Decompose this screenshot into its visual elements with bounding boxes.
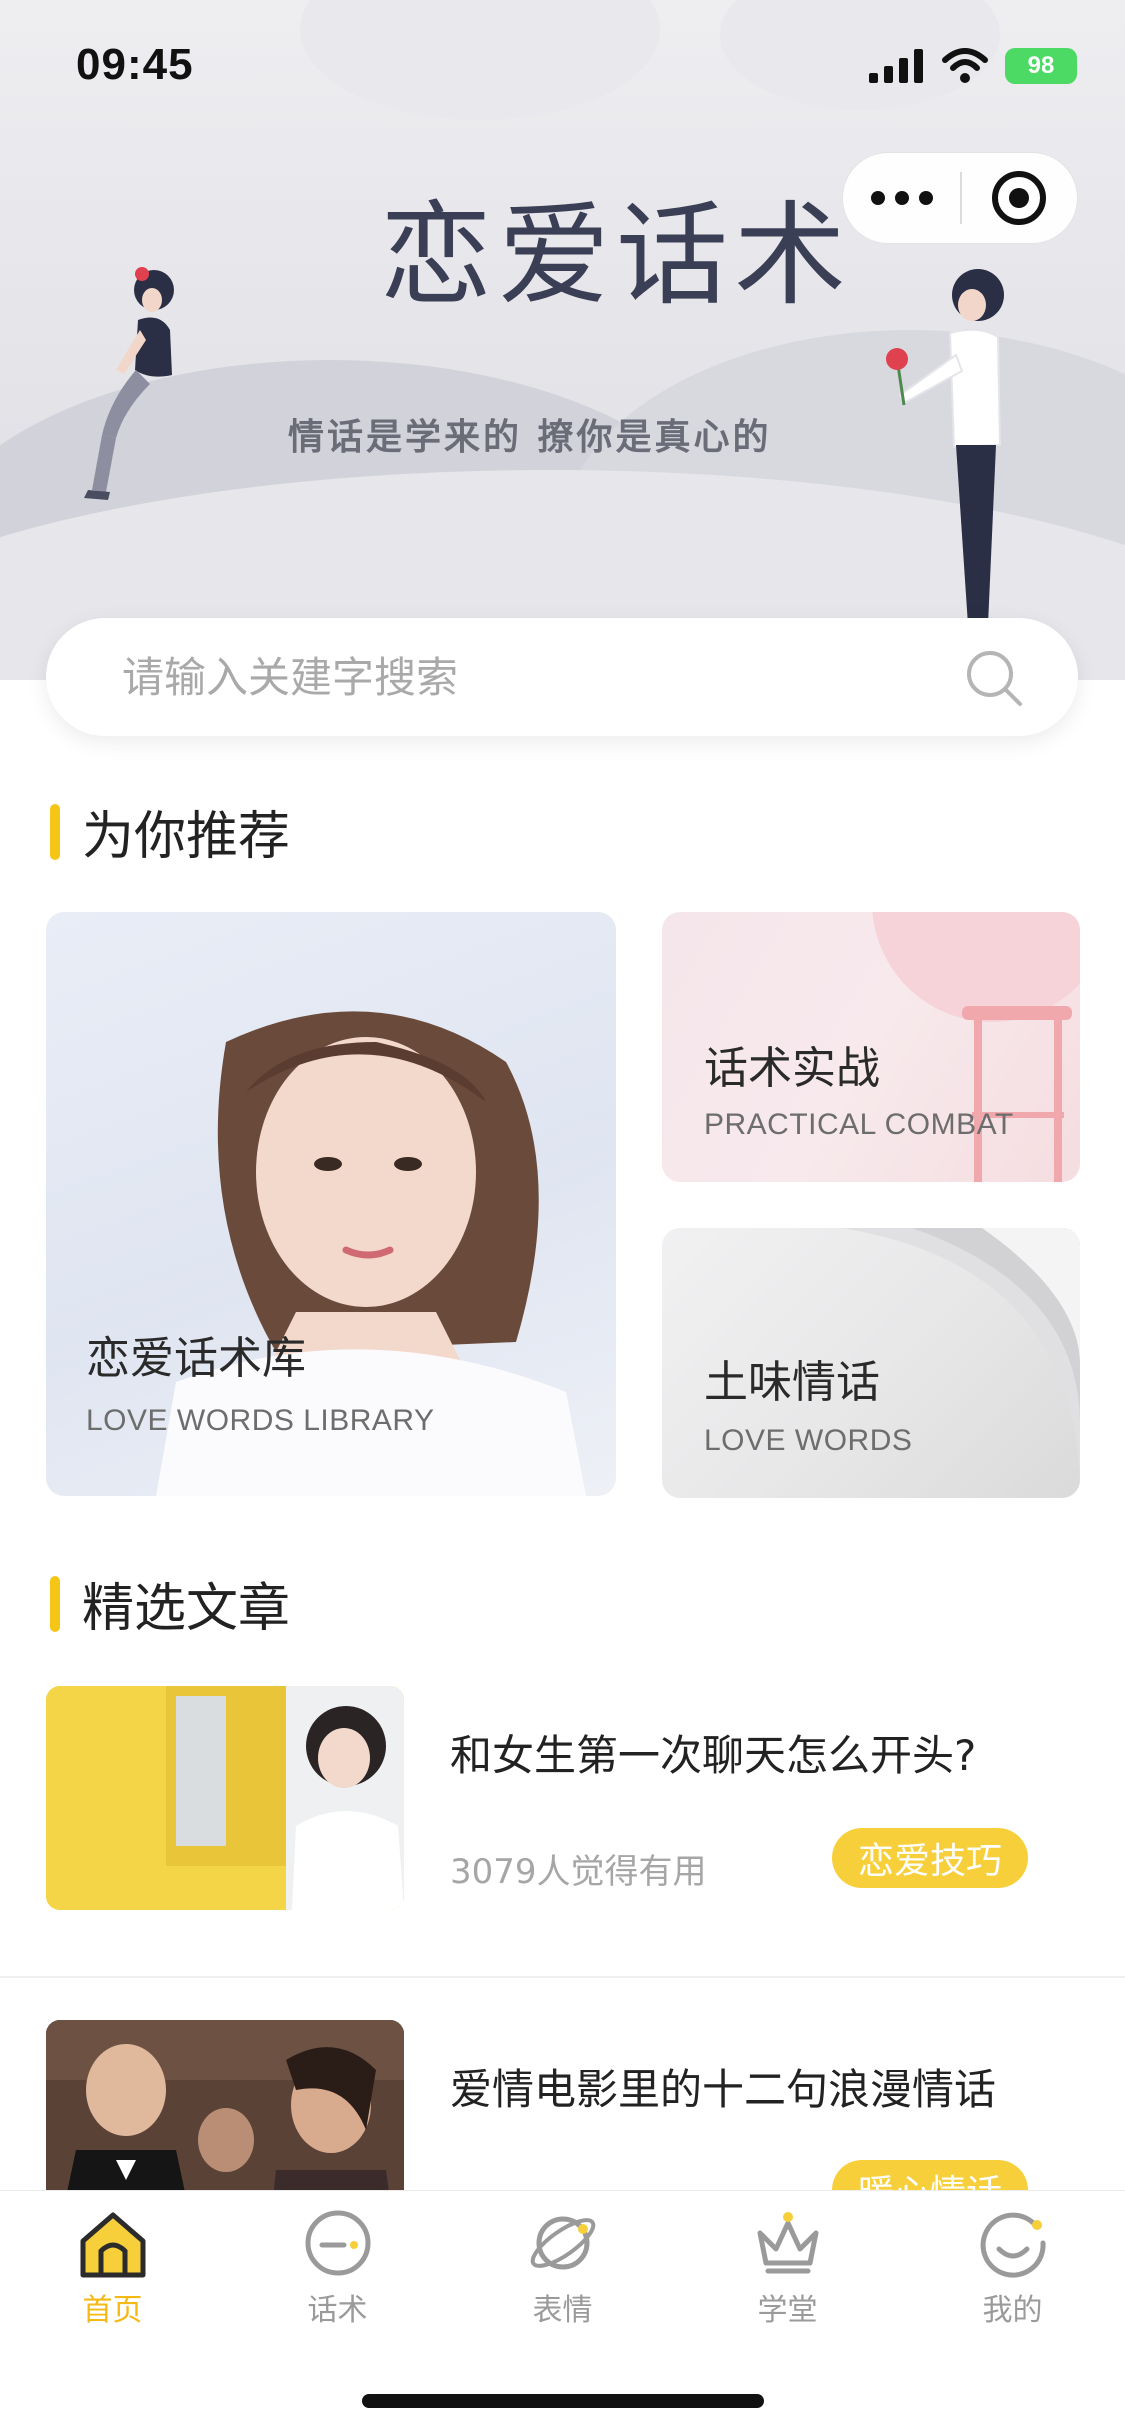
ellipsis-icon[interactable] [843,152,960,244]
tab-home[interactable]: 首页 [0,2205,225,2329]
hero-banner: 09:45 98 恋爱话术 情话是学来的 撩你是真心的 [0,0,1125,680]
tab-label: 学堂 [757,2293,818,2328]
article-title[interactable]: 爱情电影里的十二句浪漫情话 [450,2056,996,2117]
article-tag[interactable]: 恋爱技巧 [832,1828,1029,1888]
status-bar: 09:45 98 [0,0,1125,140]
card-subtitle: PRACTICAL COMBAT [704,1108,1014,1141]
card-title: 恋爱话术库 [86,1333,306,1384]
battery-indicator: 98 [1005,48,1077,84]
search-icon[interactable] [964,648,1024,708]
battery-level: 98 [1027,52,1055,79]
section-title: 精选文章 [82,1579,291,1639]
search-input[interactable] [122,652,942,702]
hero-title: 恋爱话术 [380,191,852,321]
signal-icon [869,49,923,83]
section-articles-header: 精选文章 [50,1566,290,1641]
article-useful-count: 3079人觉得有用 [450,1852,707,1892]
tab-academy[interactable]: 学堂 [675,2205,900,2329]
tab-label: 首页 [82,2293,143,2328]
card-love-words[interactable]: 土味情话 LOVE WORDS [662,1228,1080,1498]
search-bar [46,618,1078,736]
section-accent-bar [50,803,60,860]
smile-icon [980,2212,1046,2278]
tab-label: 表情 [532,2293,593,2328]
card-subtitle: LOVE WORDS [704,1424,913,1457]
tab-label: 话术 [307,2293,368,2328]
card-love-words-library[interactable]: 恋爱话术库 LOVE WORDS LIBRARY [46,912,616,1496]
status-icons: 98 [869,48,1077,84]
wifi-icon [942,48,988,83]
section-recommend-header: 为你推荐 [50,794,290,869]
target-icon[interactable] [962,152,1077,244]
tab-scripts[interactable]: 话术 [225,2205,450,2329]
article-photo [46,1686,404,1910]
mini-program-capsule [842,152,1078,244]
boy-illustration [886,269,1004,625]
card-title: 话术实战 [704,1043,880,1094]
card-practical-combat[interactable]: 话术实战 PRACTICAL COMBAT [662,912,1080,1182]
article-divider [0,1976,1125,1978]
hero-subtitle: 情话是学来的 撩你是真心的 [288,416,772,458]
tab-stickers[interactable]: 表情 [450,2205,675,2329]
chat-bubble-icon [305,2210,370,2276]
section-title: 为你推荐 [82,807,291,867]
section-accent-bar [50,1575,60,1632]
home-icon [80,2212,145,2278]
tab-mine[interactable]: 我的 [900,2205,1125,2329]
planet-icon [530,2216,595,2270]
card-subtitle: LOVE WORDS LIBRARY [86,1404,435,1437]
article-thumbnail[interactable] [46,1686,404,1910]
home-indicator [362,2394,764,2408]
girl-illustration [84,267,174,500]
status-time: 09:45 [76,40,194,89]
tab-label: 我的 [982,2293,1043,2328]
card-title: 土味情话 [704,1357,880,1408]
article-title[interactable]: 和女生第一次聊天怎么开头? [450,1722,976,1783]
crown-icon [757,2212,818,2274]
